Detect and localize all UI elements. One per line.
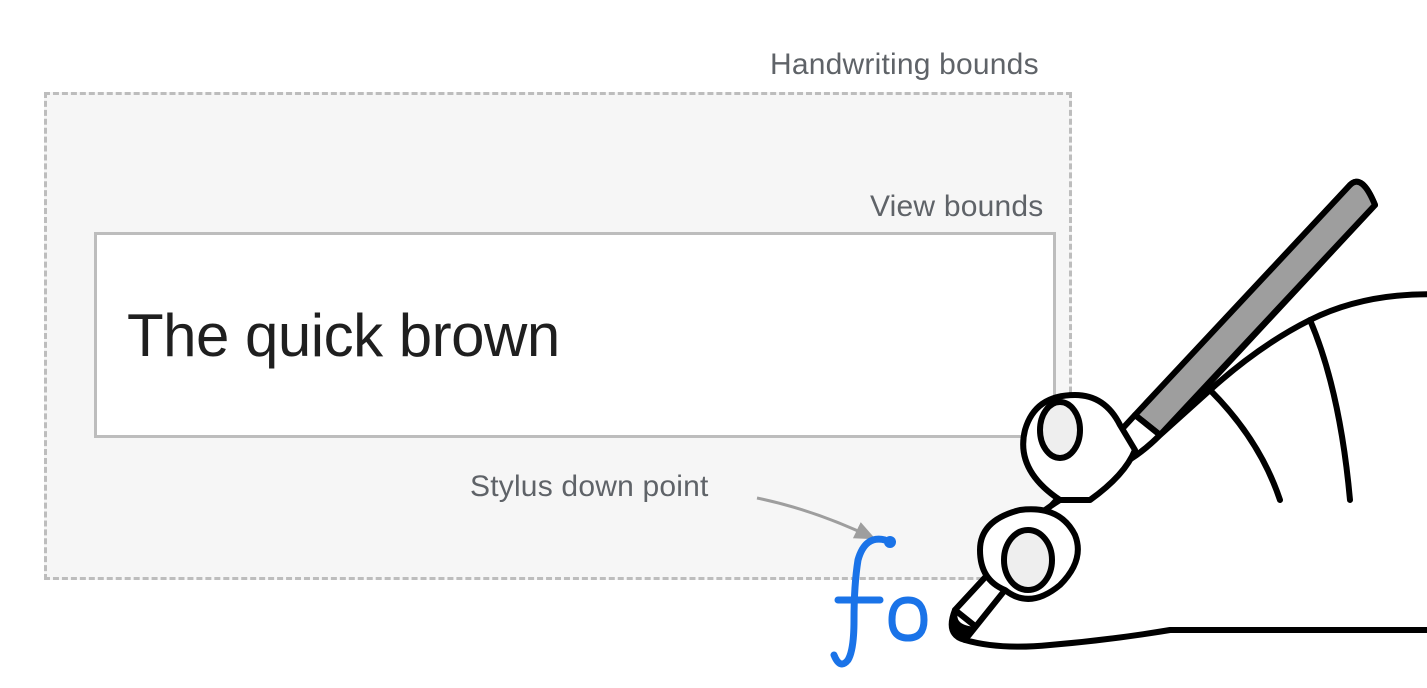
handwriting-bounds-label: Handwriting bounds — [770, 48, 1039, 82]
view-bounds-box[interactable]: The quick brown — [94, 232, 1056, 438]
stylus-down-point-label: Stylus down point — [470, 470, 709, 504]
stylus-down-point-dot — [884, 536, 896, 548]
view-bounds-label: View bounds — [870, 190, 1043, 224]
input-text: The quick brown — [127, 301, 560, 370]
diagram-canvas: Handwriting bounds View bounds The quick… — [0, 0, 1427, 688]
